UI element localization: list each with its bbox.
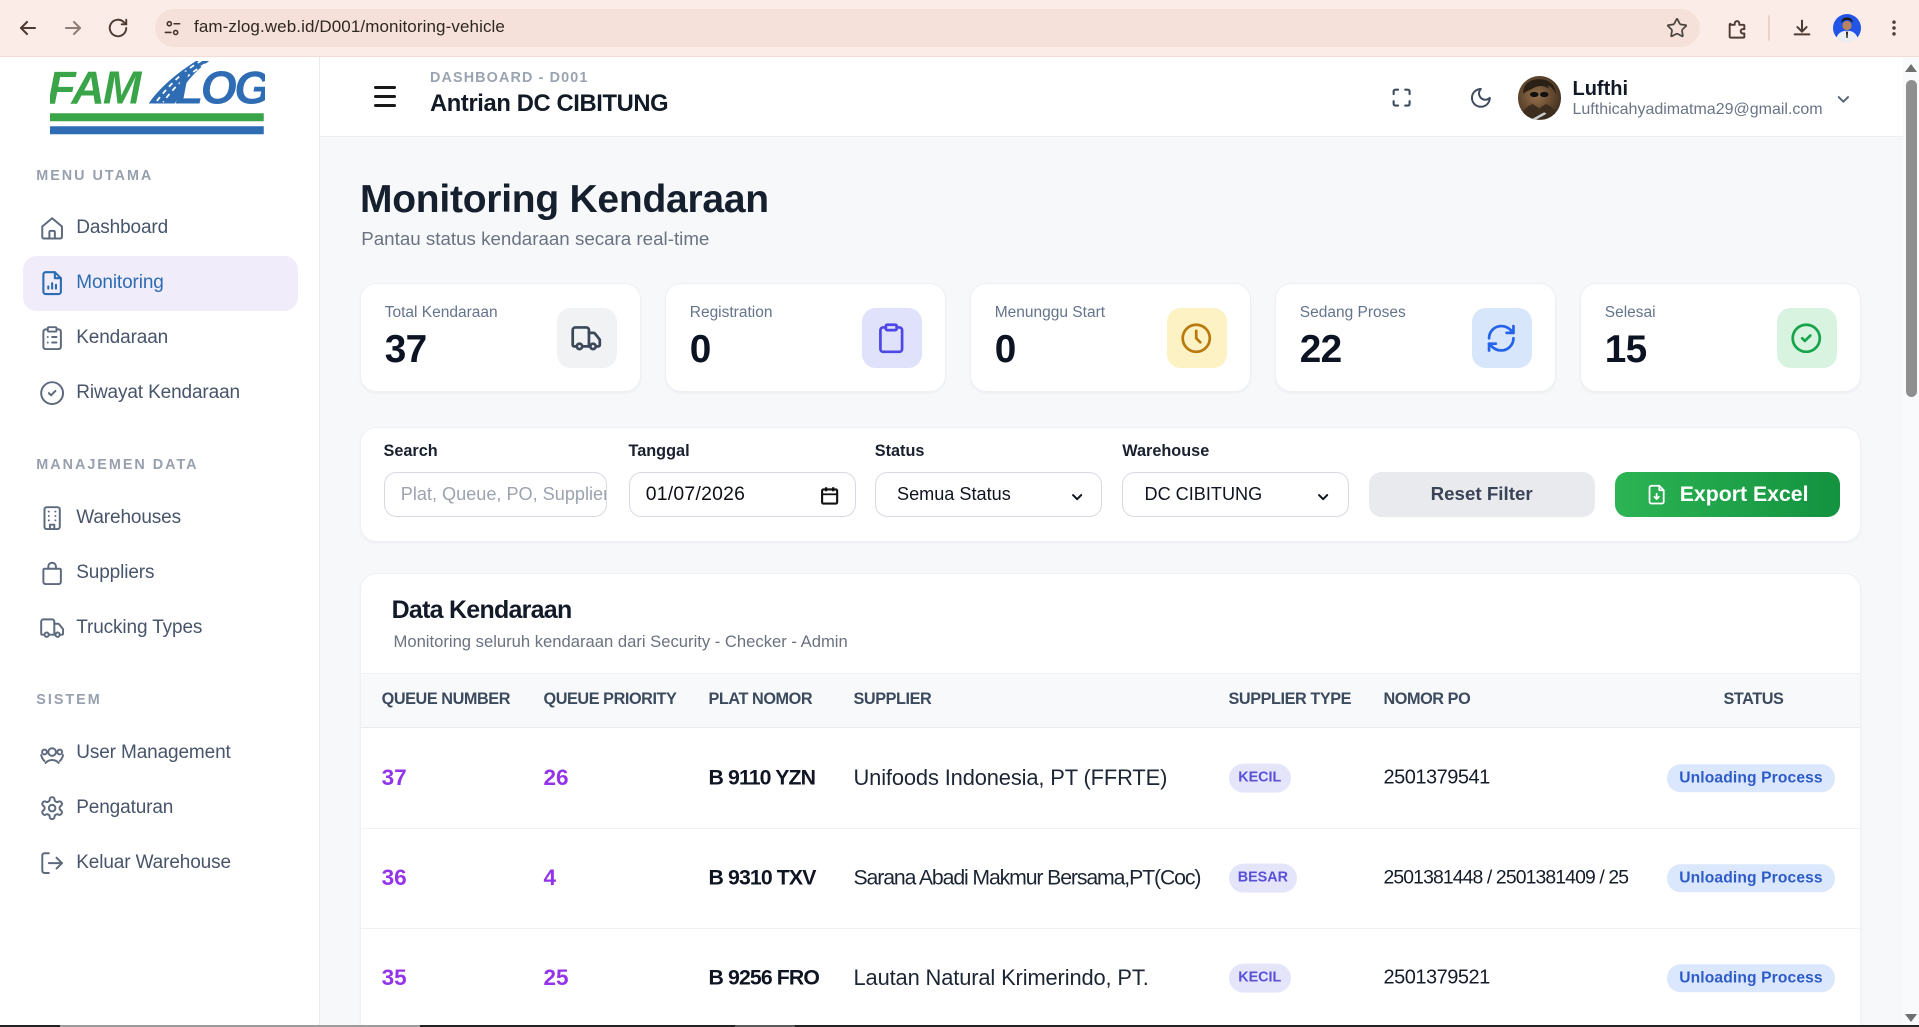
svg-text:FAM: FAM [50,61,143,113]
svg-text:LOG: LOG [175,61,265,113]
